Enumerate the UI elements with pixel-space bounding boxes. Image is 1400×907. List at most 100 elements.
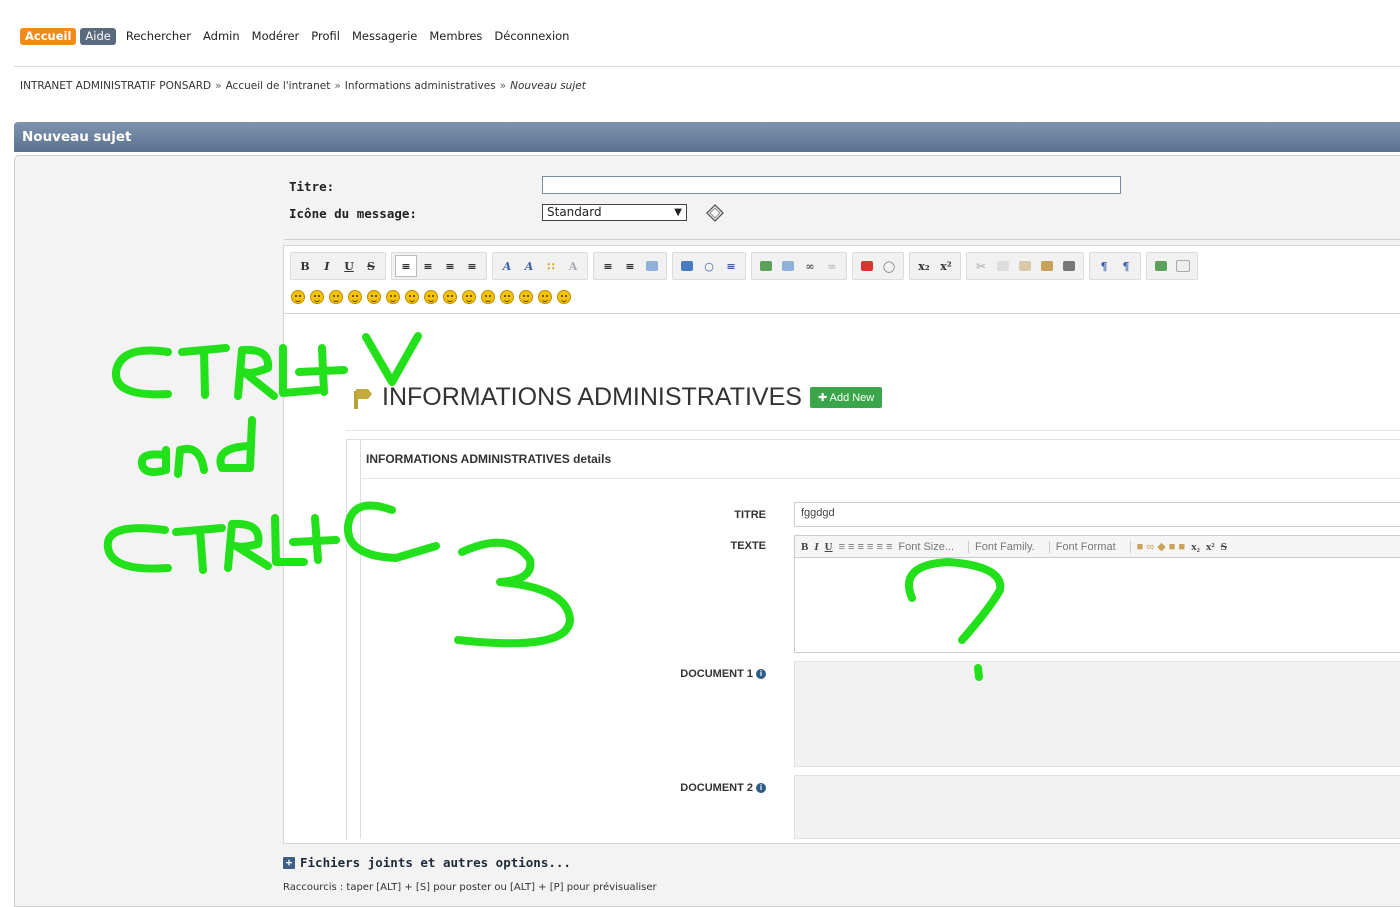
smiley-icon[interactable]: [519, 290, 533, 304]
document2-label-text: DOCUMENT 2: [680, 782, 753, 794]
superscript-icon[interactable]: x²: [935, 255, 957, 277]
nav-messaging-link[interactable]: Messagerie: [352, 29, 417, 43]
bold-button[interactable]: B: [294, 255, 316, 277]
smiley-icon[interactable]: [310, 290, 324, 304]
breadcrumb-link-forum[interactable]: Informations administratives: [345, 80, 496, 92]
pasted-heading: INFORMATIONS ADMINISTRATIVES: [382, 383, 802, 411]
document2-field[interactable]: [794, 775, 1400, 839]
nav-search-link[interactable]: Rechercher: [126, 29, 191, 43]
bold-button[interactable]: B: [801, 541, 808, 553]
smiley-icon[interactable]: [424, 290, 438, 304]
paste-icon[interactable]: [1014, 255, 1036, 277]
numbered-list-icon[interactable]: ≡: [619, 255, 641, 277]
smiley-icon[interactable]: [481, 290, 495, 304]
title-input[interactable]: [542, 176, 1121, 194]
ltr-icon[interactable]: ¶: [1093, 255, 1115, 277]
breadcrumb: INTRANET ADMINISTRATIF PONSARD » Accueil d…: [20, 80, 586, 92]
document1-label: DOCUMENT 1i: [606, 668, 766, 680]
info-icon[interactable]: i: [756, 783, 766, 793]
smiley-icon[interactable]: [538, 290, 552, 304]
code-icon[interactable]: [676, 255, 698, 277]
print-icon[interactable]: [1058, 255, 1080, 277]
smiley-icon[interactable]: [557, 290, 571, 304]
pasted-heading-row: INFORMATIONS ADMINISTRATIVES ✚ Add New: [348, 383, 883, 412]
document1-field[interactable]: [794, 661, 1400, 767]
source-code-icon[interactable]: [1172, 255, 1194, 277]
titre-field[interactable]: fggdgd: [794, 502, 1400, 527]
nav-moderate-link[interactable]: Modérer: [252, 29, 300, 43]
justify-button[interactable]: ≡: [461, 255, 483, 277]
align-center-button[interactable]: ≡: [417, 255, 439, 277]
align-left-button[interactable]: ≡: [395, 255, 417, 277]
nav-members-link[interactable]: Membres: [429, 29, 482, 43]
add-new-button[interactable]: ✚ Add New: [809, 387, 883, 408]
icon-label: Icône du message:: [289, 206, 417, 221]
nav-home-button[interactable]: Accueil: [20, 27, 77, 45]
fullscreen-icon[interactable]: [1150, 255, 1172, 277]
icon-select-value: Standard: [547, 205, 602, 219]
smiley-icon[interactable]: [500, 290, 514, 304]
smiley-icon[interactable]: [367, 290, 381, 304]
smiley-icon[interactable]: [462, 290, 476, 304]
shortcut-hint: Raccourcis : taper [ALT] + [S] pour post…: [283, 882, 657, 893]
nav-profile-link[interactable]: Profil: [311, 29, 340, 43]
quote-icon[interactable]: ○: [698, 255, 720, 277]
info-icon[interactable]: i: [756, 669, 766, 679]
italic-button[interactable]: I: [814, 541, 818, 553]
font-size-icon[interactable]: A: [518, 255, 540, 277]
icon-select[interactable]: Standard ▼: [542, 204, 687, 221]
underline-button[interactable]: U: [338, 255, 360, 277]
table-icon[interactable]: [641, 255, 663, 277]
smiley-icon[interactable]: [291, 290, 305, 304]
more-options-label: Fichiers joints et autres options...: [300, 855, 571, 870]
cut-icon[interactable]: ✂: [970, 255, 992, 277]
font-family-dropdown[interactable]: Font Family.: [975, 540, 1050, 553]
color-palette-icon[interactable]: ∷: [540, 255, 562, 277]
breadcrumb-link-site[interactable]: INTRANET ADMINISTRATIF PONSARD: [20, 80, 211, 92]
smiley-icon[interactable]: [329, 290, 343, 304]
texte-editor-area[interactable]: [794, 557, 1400, 653]
subscript-icon[interactable]: x₂: [913, 255, 935, 277]
nav-help-button[interactable]: Aide: [80, 27, 116, 45]
rtl-icon[interactable]: ¶: [1115, 255, 1137, 277]
remove-format-icon[interactable]: A: [562, 255, 584, 277]
image-icon[interactable]: [755, 255, 777, 277]
underline-button[interactable]: U: [825, 541, 833, 553]
horizontal-rule-icon[interactable]: ≡: [720, 255, 742, 277]
font-size-dropdown[interactable]: Font Size...: [898, 540, 970, 553]
paste-text-icon[interactable]: [1036, 255, 1058, 277]
divider: [284, 239, 1400, 240]
more-options-toggle[interactable]: + Fichiers joints et autres options...: [283, 855, 571, 870]
divider: [360, 439, 361, 839]
link-icon[interactable]: ∞: [799, 255, 821, 277]
smiley-icon[interactable]: [348, 290, 362, 304]
strikethrough-icon[interactable]: S: [1221, 541, 1227, 553]
smiley-icon[interactable]: [386, 290, 400, 304]
divider: [14, 66, 1400, 67]
superscript-icon[interactable]: x²: [1206, 541, 1215, 553]
unlink-icon[interactable]: ∞: [821, 255, 843, 277]
nav-logout-link[interactable]: Déconnexion: [494, 29, 569, 43]
smiley-icon[interactable]: [443, 290, 457, 304]
time-icon[interactable]: ◯: [878, 255, 900, 277]
copy-icon[interactable]: [992, 255, 1014, 277]
font-icon[interactable]: A: [496, 255, 518, 277]
italic-button[interactable]: I: [316, 255, 338, 277]
bullet-list-icon[interactable]: ≡: [597, 255, 619, 277]
nav-admin-link[interactable]: Admin: [203, 29, 240, 43]
smiley-icon[interactable]: [405, 290, 419, 304]
document2-label: DOCUMENT 2i: [606, 782, 766, 794]
plus-icon: +: [283, 856, 295, 869]
rte-toolbar: B I U ≡ ≡ ≡ ≡ ≡ ≡ Font Size... Font Fami…: [794, 535, 1400, 557]
breadcrumb-link-home[interactable]: Accueil de l'intranet: [226, 80, 331, 92]
align-right-button[interactable]: ≡: [439, 255, 461, 277]
email-icon[interactable]: [777, 255, 799, 277]
subscript-icon[interactable]: x₂: [1191, 541, 1200, 553]
font-format-dropdown[interactable]: Font Format: [1056, 540, 1131, 553]
strikethrough-button[interactable]: S: [360, 255, 382, 277]
breadcrumb-separator: »: [499, 80, 507, 92]
page-title: Nouveau sujet: [14, 122, 1400, 152]
rte-extra-icons[interactable]: ■ ∞ ◆ ■ ■: [1137, 540, 1185, 553]
align-icons[interactable]: ≡ ≡ ≡ ≡ ≡ ≡: [839, 541, 893, 553]
date-icon[interactable]: [856, 255, 878, 277]
